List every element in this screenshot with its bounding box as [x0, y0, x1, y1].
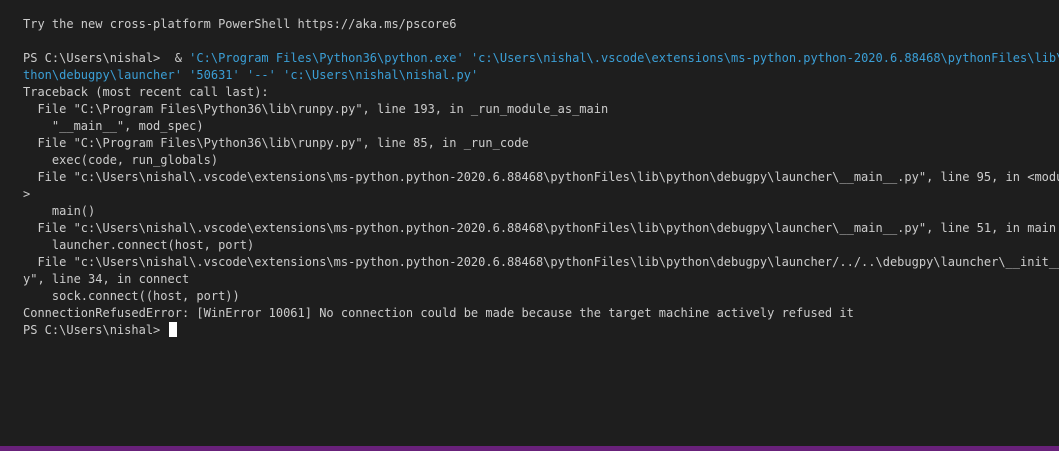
traceback-line: y", line 34, in connect — [23, 272, 190, 286]
traceback-line: File "c:\Users\nishal\.vscode\extensions… — [23, 170, 1059, 184]
command-line: PS C:\Users\nishal> & 'C:\Program Files\… — [23, 50, 1059, 67]
port-arg: '50631' — [181, 68, 240, 82]
traceback-line: exec(code, run_globals) — [23, 153, 219, 167]
input-prompt-line[interactable]: PS C:\Users\nishal> — [23, 322, 1059, 339]
traceback-line: Traceback (most recent call last): — [23, 85, 269, 99]
traceback-line: File "c:\Users\nishal\.vscode\extensions… — [23, 221, 1057, 235]
launcher-path-start: 'c:\Users\nishal\.vscode\extensions\ms-p… — [463, 51, 1059, 65]
traceback-line: File "c:\Users\nishal\.vscode\extensions… — [23, 255, 1059, 269]
text-cursor — [168, 322, 177, 337]
traceback-line: File "C:\Program Files\Python36\lib\runp… — [23, 136, 529, 150]
traceback-line: sock.connect((host, port)) — [23, 289, 240, 303]
python-exe-path: 'C:\Program Files\Python36\python.exe' — [189, 51, 464, 65]
status-bar — [0, 446, 1059, 451]
terminal-panel[interactable]: Try the new cross-platform PowerShell ht… — [0, 0, 1059, 446]
traceback-line: launcher.connect(host, port) — [23, 238, 255, 252]
script-path: 'c:\Users\nishal\nishal.py' — [275, 68, 479, 82]
traceback-line: main() — [23, 204, 96, 218]
prompt-text: PS C:\Users\nishal> — [23, 323, 168, 337]
prompt-text: PS C:\Users\nishal> & — [23, 51, 190, 65]
traceback-line: File "C:\Program Files\Python36\lib\runp… — [23, 102, 609, 116]
command-line-wrap: thon\debugpy\launcher' '50631' '--' 'c:\… — [23, 67, 1059, 84]
separator-arg: '--' — [239, 68, 276, 82]
launcher-path-end: thon\debugpy\launcher' — [23, 68, 182, 82]
banner-line: Try the new cross-platform PowerShell ht… — [23, 17, 457, 31]
error-message-line: ConnectionRefusedError: [WinError 10061]… — [23, 306, 854, 320]
traceback-line: > — [23, 187, 31, 201]
traceback-line: "__main__", mod_spec) — [23, 119, 204, 133]
